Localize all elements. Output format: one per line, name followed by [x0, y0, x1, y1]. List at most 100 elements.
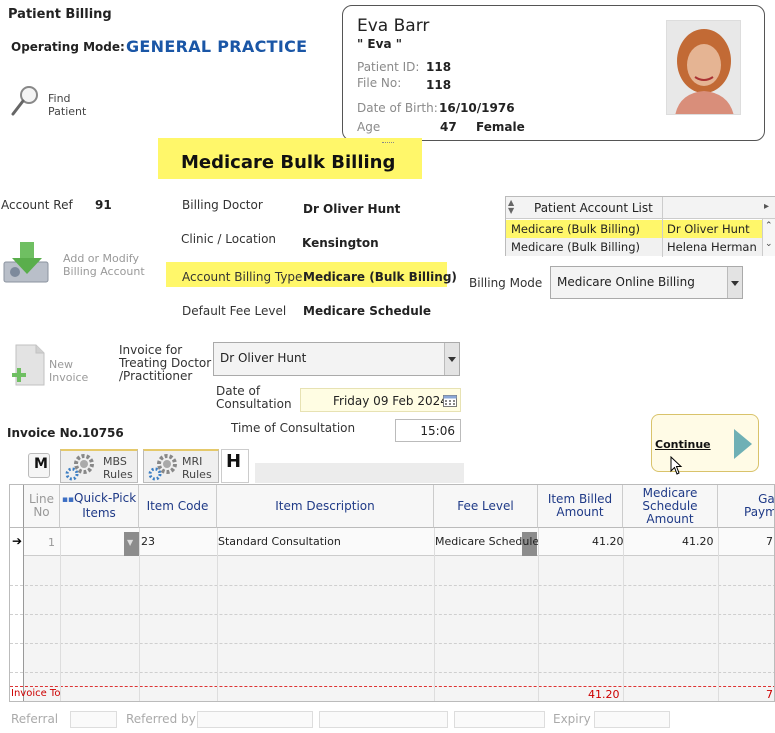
- treating-label-3: /Practitioner: [119, 369, 193, 383]
- quick-pick-dropdown[interactable]: ▼: [124, 532, 139, 556]
- row-billed-amount[interactable]: 41.20: [592, 535, 624, 548]
- row-schedule-amount: 41.20: [682, 535, 714, 548]
- chevron-down-icon: ▼: [127, 538, 134, 547]
- chevron-down-icon[interactable]: [727, 267, 742, 298]
- m-label: M: [34, 456, 48, 472]
- chevron-down-icon[interactable]: ⌄: [765, 239, 773, 249]
- h-label: H: [226, 451, 242, 472]
- row-item-code[interactable]: 23: [141, 535, 155, 548]
- col-header-schedule-amount[interactable]: Medicare Schedule Amount: [623, 485, 718, 528]
- patient-photo: [666, 20, 741, 115]
- chevron-up-icon[interactable]: ⌃: [765, 221, 773, 231]
- account-type: Medicare (Bulk Billing): [511, 240, 640, 254]
- find-label: Find: [48, 92, 71, 105]
- mbs-rules-button[interactable]: MBS Rules: [60, 449, 138, 483]
- row-fee-level[interactable]: Medicare Schedule: [435, 535, 539, 548]
- row-item-description[interactable]: Standard Consultation: [218, 535, 341, 548]
- mbs-label-2: Rules: [103, 468, 133, 481]
- m-button[interactable]: M: [28, 453, 50, 478]
- referral-date-field[interactable]: [454, 711, 545, 728]
- page-title: Patient Billing: [8, 7, 112, 22]
- calendar-icon[interactable]: [443, 394, 457, 407]
- grid-icon: ▪▪: [61, 495, 75, 505]
- operating-mode-value: GENERAL PRACTICE: [126, 37, 308, 56]
- patient-account-list[interactable]: ▲ ▼ Patient Account List ▸ Medicare (Bulk…: [505, 196, 775, 257]
- billing-mode-value: Medicare Online Billing: [557, 275, 695, 289]
- new-invoice-button[interactable]: New Invoice: [8, 343, 108, 391]
- row-line-no: 1: [48, 536, 55, 549]
- col-header-line-no: Line No: [24, 485, 60, 528]
- consultation-date-value: Friday 09 Feb 2024: [333, 394, 448, 408]
- dob-value: 16/10/1976: [439, 101, 515, 115]
- referral-field[interactable]: [70, 711, 117, 728]
- referral-label: Referral: [11, 712, 59, 726]
- row-selector-column: [10, 528, 24, 701]
- account-list-scrollbar[interactable]: ⌃ ⌄: [762, 219, 775, 256]
- sort-icon: ▲ ▼: [508, 198, 515, 215]
- account-doctor: Dr Oliver Hunt: [667, 222, 750, 236]
- billing-mode-dropdown[interactable]: Medicare Online Billing: [550, 266, 743, 299]
- billing-banner: Medicare Bulk Billing: [158, 138, 422, 179]
- fee-level-value: Medicare Schedule: [303, 304, 432, 318]
- h-button[interactable]: H: [221, 449, 249, 483]
- consultation-date-field[interactable]: Friday 09 Feb 2024: [300, 388, 461, 412]
- col-header-fee-level[interactable]: Fee Level: [434, 485, 538, 528]
- account-list-row[interactable]: Medicare (Bulk Billing) Dr Oliver Hunt: [506, 220, 775, 238]
- treating-doctor-dropdown[interactable]: Dr Oliver Hunt: [213, 342, 460, 376]
- patient-id-label: Patient ID:: [357, 60, 420, 74]
- expiry-field[interactable]: [594, 711, 670, 728]
- arrow-right-icon: [734, 429, 752, 459]
- date-label-1: Date of: [216, 384, 261, 398]
- operating-mode-label: Operating Mode:: [11, 40, 125, 54]
- invoice-total-label: Invoice To: [11, 688, 61, 699]
- billing-type-value: Medicare (Bulk Billing): [303, 270, 457, 284]
- billing-doctor-value: Dr Oliver Hunt: [303, 202, 401, 216]
- col-header-item-code[interactable]: Item Code: [139, 485, 217, 528]
- account-doctor: Helena Herman: [667, 240, 757, 254]
- continue-button[interactable]: Continue: [651, 414, 759, 475]
- new-label: New: [49, 358, 73, 371]
- continue-label: Continue: [655, 438, 711, 451]
- file-no-value: 118: [426, 78, 452, 92]
- add-modify-label-1: Add or Modify: [63, 252, 139, 265]
- col-header-quick-pick[interactable]: ▪▪Quick-Pick Items: [60, 485, 139, 528]
- clinic-value: Kensington: [302, 236, 379, 250]
- chevron-down-icon[interactable]: [444, 343, 459, 375]
- invoice-total-billed: 41.20: [588, 688, 620, 701]
- account-list-row[interactable]: Medicare (Bulk Billing) Helena Herman: [506, 238, 775, 256]
- invoice-no-label: Invoice No.: [7, 426, 83, 440]
- account-ref-label: Account Ref: [1, 198, 73, 212]
- treating-label-2: Treating Doctor: [119, 356, 212, 370]
- referrer-detail-field[interactable]: [319, 711, 448, 728]
- new-invoice-icon: [12, 344, 45, 386]
- row-selector-header: [10, 485, 24, 528]
- invoice-items-grid[interactable]: Line No ▪▪Quick-Pick Items Item Code Item …: [9, 484, 775, 702]
- age-label: Age: [357, 120, 381, 134]
- add-modify-billing-account-button[interactable]: Add or Modify Billing Account: [2, 240, 152, 288]
- col-header-gap-payment[interactable]: GapPayment: [718, 485, 774, 528]
- col-header-item-description[interactable]: Item Description: [217, 485, 434, 528]
- age-value: 47: [440, 120, 457, 134]
- invoice-total-gap: 7.: [766, 688, 774, 701]
- mri-label-1: MRI: [182, 455, 203, 468]
- treating-doctor-value: Dr Oliver Hunt: [220, 351, 307, 365]
- find-patient-button[interactable]: Find Patient: [10, 82, 100, 122]
- mbs-label-1: MBS: [103, 455, 127, 468]
- expiry-label: Expiry: [553, 712, 591, 726]
- scroll-right-icon[interactable]: ▸: [764, 201, 769, 212]
- consultation-time-value: 15:06: [420, 424, 455, 438]
- clinic-label: Clinic / Location: [181, 232, 277, 246]
- billing-doctor-label: Billing Doctor: [182, 198, 263, 212]
- account-type: Medicare (Bulk Billing): [511, 222, 640, 236]
- billing-account-icon: [3, 242, 49, 283]
- col-header-billed-amount[interactable]: Item Billed Amount: [538, 485, 623, 528]
- referred-by-field[interactable]: [197, 711, 313, 728]
- toolbar-strip: [255, 463, 464, 483]
- consultation-time-field[interactable]: 15:06: [395, 419, 461, 442]
- account-ref-value: 91: [95, 198, 112, 212]
- gender-value: Female: [476, 120, 525, 134]
- mri-rules-button[interactable]: MRI Rules: [143, 449, 219, 483]
- row-pointer-icon: ➔: [12, 534, 23, 548]
- add-modify-label-2: Billing Account: [63, 265, 145, 278]
- mri-label-2: Rules: [182, 468, 212, 481]
